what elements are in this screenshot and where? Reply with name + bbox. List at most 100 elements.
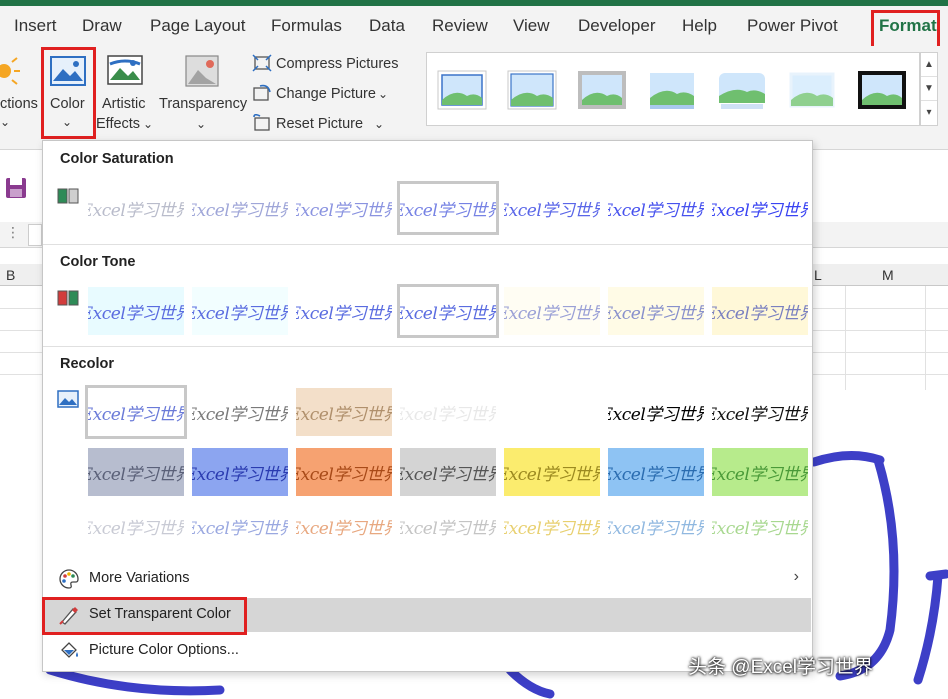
picture-color-options-label: Picture Color Options... bbox=[89, 642, 239, 658]
recolor-swatch-a-2[interactable]: Excel学习世界 bbox=[192, 388, 288, 436]
recolor-swatch-b-4[interactable]: Excel学习世界 bbox=[400, 448, 496, 496]
recolor-swatch-c-2[interactable]: Excel学习世界 bbox=[192, 502, 288, 550]
saturation-swatch-7[interactable]: Excel学习世界 bbox=[712, 184, 808, 232]
tone-icon bbox=[57, 290, 79, 306]
recolor-swatch-b-6[interactable]: Excel学习世界 bbox=[608, 448, 704, 496]
recolor-swatch-c-1[interactable]: Excel学习世界 bbox=[88, 502, 184, 550]
recolor-swatch-a-3[interactable]: Excel学习世界 bbox=[296, 388, 392, 436]
saturation-swatch-3[interactable]: Excel学习世界 bbox=[296, 184, 392, 232]
artistic-chevron[interactable]: ⌄ bbox=[143, 114, 153, 134]
saturation-icon bbox=[57, 188, 79, 204]
saturation-swatch-5[interactable]: Excel学习世界 bbox=[504, 184, 600, 232]
recolor-swatch-a-5[interactable]: Excel学习世界 bbox=[504, 388, 600, 436]
tab-review[interactable]: Review bbox=[432, 16, 488, 36]
artistic-label-1[interactable]: Artistic bbox=[102, 94, 146, 114]
formula-bar-grip-icon: ⋮ bbox=[6, 224, 20, 240]
artistic-label-2[interactable]: Effects bbox=[96, 114, 140, 134]
change-picture-label[interactable]: Change Picture bbox=[276, 84, 376, 104]
recolor-swatch-a-6[interactable]: Excel学习世界 bbox=[608, 388, 704, 436]
highlight-format-tab bbox=[871, 10, 940, 50]
tab-page-layout[interactable]: Page Layout bbox=[150, 16, 245, 36]
tone-swatch-7[interactable]: Excel学习世界 bbox=[712, 287, 808, 335]
recolor-swatch-c-6[interactable]: Excel学习世界 bbox=[608, 502, 704, 550]
tab-formulas[interactable]: Formulas bbox=[271, 16, 342, 36]
artistic-effects-icon[interactable] bbox=[106, 54, 144, 88]
column-header-m[interactable]: M bbox=[882, 267, 894, 283]
more-variations-item[interactable]: More Variations › bbox=[44, 562, 811, 596]
tone-swatch-4[interactable]: Excel学习世界 bbox=[397, 284, 499, 338]
picture-style-6[interactable] bbox=[787, 70, 837, 110]
column-header-b[interactable]: B bbox=[6, 267, 15, 283]
recolor-swatch-c-4[interactable]: Excel学习世界 bbox=[400, 502, 496, 550]
corrections-icon bbox=[0, 57, 20, 85]
color-saturation-title: Color Saturation bbox=[60, 151, 174, 167]
recolor-swatch-a-4[interactable]: Excel学习世界 bbox=[400, 388, 496, 436]
gallery-more-icon[interactable]: ▾ bbox=[921, 101, 937, 125]
paint-bucket-icon bbox=[61, 642, 78, 658]
recolor-swatch-b-7[interactable]: Excel学习世界 bbox=[712, 448, 808, 496]
ribbon-tabs: Insert Draw Page Layout Formulas Data Re… bbox=[0, 6, 948, 49]
highlight-set-transparent bbox=[42, 597, 247, 635]
tone-swatch-5[interactable]: Excel学习世界 bbox=[504, 287, 600, 335]
tone-swatch-1[interactable]: Excel学习世界 bbox=[88, 287, 184, 335]
reset-picture-icon[interactable] bbox=[252, 114, 272, 132]
picture-style-4[interactable] bbox=[647, 70, 697, 110]
transparency-chevron[interactable]: ⌄ bbox=[196, 114, 206, 134]
picture-style-7[interactable] bbox=[857, 70, 907, 110]
tab-insert[interactable]: Insert bbox=[14, 16, 57, 36]
gallery-up-icon[interactable]: ▲ bbox=[921, 53, 937, 77]
tab-draw[interactable]: Draw bbox=[82, 16, 122, 36]
tone-swatch-2[interactable]: Excel学习世界 bbox=[192, 287, 288, 335]
corrections-chevron[interactable]: ⌄ bbox=[0, 112, 10, 132]
picture-styles-gallery bbox=[426, 52, 920, 126]
gallery-scroll[interactable]: ▲ ▼ ▾ bbox=[920, 52, 938, 126]
color-tone-title: Color Tone bbox=[60, 254, 136, 270]
tab-help[interactable]: Help bbox=[682, 16, 717, 36]
gallery-down-icon[interactable]: ▼ bbox=[921, 77, 937, 101]
picture-style-2[interactable] bbox=[507, 70, 557, 110]
saturation-swatch-4[interactable]: Excel学习世界 bbox=[397, 181, 499, 235]
picture-style-1[interactable] bbox=[437, 70, 487, 110]
tab-data[interactable]: Data bbox=[369, 16, 405, 36]
excel-window: Insert Draw Page Layout Formulas Data Re… bbox=[0, 0, 948, 699]
color-dropdown-menu: Color Saturation Excel学习世界Excel学习世界Excel… bbox=[42, 140, 813, 672]
highlight-color-button bbox=[41, 47, 96, 139]
tone-swatch-6[interactable]: Excel学习世界 bbox=[608, 287, 704, 335]
recolor-title: Recolor bbox=[60, 356, 114, 372]
recolor-swatch-a-1[interactable]: Excel学习世界 bbox=[85, 385, 187, 439]
recolor-swatch-b-2[interactable]: Excel学习世界 bbox=[192, 448, 288, 496]
tab-power-pivot[interactable]: Power Pivot bbox=[747, 16, 838, 36]
recolor-swatch-c-7[interactable]: Excel学习世界 bbox=[712, 502, 808, 550]
palette-icon bbox=[59, 569, 79, 589]
saturation-swatch-6[interactable]: Excel学习世界 bbox=[608, 184, 704, 232]
more-variations-label: More Variations bbox=[89, 570, 190, 586]
recolor-swatch-a-7[interactable]: Excel学习世界 bbox=[712, 388, 808, 436]
saturation-swatch-1[interactable]: Excel学习世界 bbox=[88, 184, 184, 232]
compress-pictures-icon[interactable] bbox=[252, 54, 272, 72]
recolor-swatch-b-5[interactable]: Excel学习世界 bbox=[504, 448, 600, 496]
picture-style-3[interactable] bbox=[577, 70, 627, 110]
recolor-swatch-c-3[interactable]: Excel学习世界 bbox=[296, 502, 392, 550]
tab-view[interactable]: View bbox=[513, 16, 550, 36]
recolor-swatch-b-3[interactable]: Excel学习世界 bbox=[296, 448, 392, 496]
tab-developer[interactable]: Developer bbox=[578, 16, 656, 36]
column-header-l[interactable]: L bbox=[814, 267, 822, 283]
tone-swatch-3[interactable]: Excel学习世界 bbox=[296, 287, 392, 335]
compress-pictures-label[interactable]: Compress Pictures bbox=[276, 54, 398, 74]
saturation-swatch-2[interactable]: Excel学习世界 bbox=[192, 184, 288, 232]
recolor-swatch-b-1[interactable]: Excel学习世界 bbox=[88, 448, 184, 496]
reset-picture-label[interactable]: Reset Picture bbox=[276, 114, 363, 134]
watermark-text: 头条 @Excel学习世界 bbox=[688, 657, 874, 678]
name-box[interactable] bbox=[28, 224, 42, 246]
recolor-icon bbox=[57, 390, 79, 408]
recolor-swatch-c-5[interactable]: Excel学习世界 bbox=[504, 502, 600, 550]
chevron-right-icon: › bbox=[793, 568, 799, 585]
reset-picture-chevron[interactable]: ⌄ bbox=[374, 114, 384, 134]
change-picture-icon[interactable] bbox=[252, 84, 272, 102]
change-picture-chevron[interactable]: ⌄ bbox=[378, 84, 388, 104]
save-icon[interactable] bbox=[0, 170, 40, 210]
transparency-icon[interactable] bbox=[184, 54, 220, 88]
corrections-label[interactable]: ctions bbox=[0, 94, 38, 114]
picture-style-5[interactable] bbox=[717, 70, 767, 110]
transparency-label[interactable]: Transparency bbox=[159, 94, 247, 114]
